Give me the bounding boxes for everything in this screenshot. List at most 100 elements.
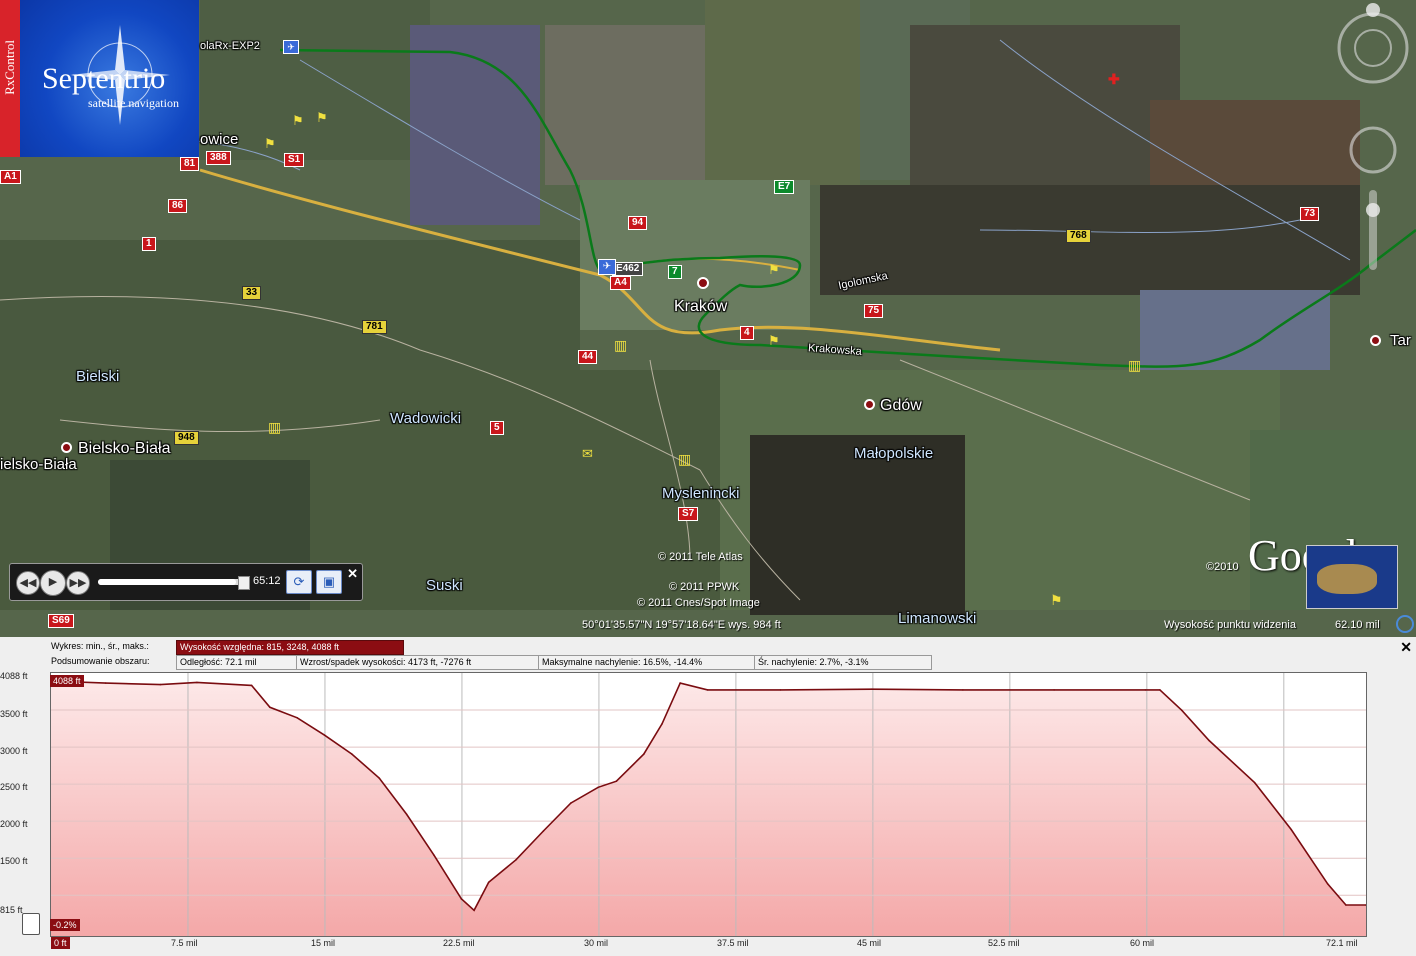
north-button-icon[interactable]	[1366, 3, 1380, 17]
city-bielsko-label-2[interactable]: ielsko-Biała	[0, 456, 77, 473]
save-tour-button[interactable]: ▣	[316, 570, 342, 594]
close-player-icon[interactable]: ✕	[347, 566, 358, 582]
gain-loss-stat[interactable]: Wzrost/spadek wysokości: 4173 ft, -7276 …	[296, 655, 540, 670]
book-icon[interactable]: ▥	[678, 451, 691, 468]
road-44: 44	[578, 350, 598, 364]
x-tick: 45 mil	[857, 938, 882, 948]
road-1: 1	[142, 237, 156, 251]
tour-time: 65:12	[253, 575, 281, 587]
elevation-point	[515, 858, 517, 861]
track-name-label[interactable]: olaRx-EXP2	[200, 40, 260, 52]
book-icon[interactable]: ▥	[1128, 357, 1141, 374]
book-icon[interactable]: ▥	[268, 419, 281, 436]
flag-icon[interactable]: ⚑	[264, 136, 276, 152]
copyright-cnes: © 2011 Cnes/Spot Image	[637, 597, 760, 609]
elevation-point	[104, 682, 107, 684]
map-status-bar: 50°01'35.57"N 19°57'18.64"E wys. 984 ft …	[0, 614, 1416, 636]
elevation-point	[643, 753, 645, 755]
tour-player[interactable]: ◀◀ ▶ ▶▶ 65:12 ⟳ ▣ ✕	[9, 563, 363, 601]
flag-icon[interactable]: ⚑	[768, 333, 780, 349]
town-gdow-label[interactable]: Gdów	[880, 397, 922, 415]
fast-forward-button[interactable]: ▶▶	[66, 571, 90, 595]
globe-view[interactable]: RxControl Septentrio satellite navigatio…	[0, 0, 1416, 637]
flag-icon[interactable]: ⚑	[1050, 592, 1063, 609]
look-joystick-icon[interactable]	[1354, 29, 1392, 67]
elevation-point	[962, 689, 964, 691]
x-tick: 30 mil	[584, 938, 609, 948]
tar-pin-icon[interactable]	[1370, 335, 1381, 346]
elevation-point	[1326, 883, 1329, 885]
elevation-point	[570, 802, 572, 804]
road-s1: S1	[284, 153, 305, 167]
book-icon[interactable]: ▥	[614, 337, 627, 354]
mail-icon[interactable]: ✉	[582, 446, 593, 462]
city-bielsko-label[interactable]: Bielsko-Biała	[78, 440, 170, 458]
slope-tag: -0.2%	[50, 919, 80, 931]
max-slope-stat[interactable]: Maksymalne nachylenie: 16.5%, -14.4%	[538, 655, 756, 670]
elevation-point	[1290, 828, 1292, 831]
tour-progress-handle[interactable]	[238, 576, 250, 590]
hospital-icon[interactable]: ✚	[1108, 71, 1120, 88]
elevation-point	[433, 854, 435, 856]
document-icon[interactable]	[22, 913, 40, 935]
copyright-ppwk: © 2011 PPWK	[669, 581, 740, 593]
county-suski-label[interactable]: Suski	[426, 577, 463, 594]
rewind-button[interactable]: ◀◀	[16, 571, 40, 595]
city-tar-label[interactable]: Tar	[1390, 332, 1411, 349]
elevation-point	[870, 688, 873, 690]
look-ring-icon[interactable]	[1337, 12, 1409, 84]
overview-map[interactable]	[1306, 545, 1398, 609]
elevation-point	[460, 898, 463, 900]
y-tick: 2000 ft	[0, 819, 28, 829]
zoom-slider[interactable]	[1369, 190, 1377, 270]
city-owice-label[interactable]: owice	[200, 131, 238, 148]
elevation-point	[1345, 904, 1347, 906]
elevation-point	[378, 777, 381, 779]
bielsko-pin-icon[interactable]	[61, 442, 72, 453]
region-malopolskie-label[interactable]: Małopolskie	[854, 445, 933, 462]
relative-elevation-stat[interactable]: Wysokość względna: 815, 3248, 4088 ft	[176, 640, 404, 655]
gdow-pin-icon[interactable]	[864, 399, 875, 410]
move-ring-icon[interactable]	[1349, 126, 1397, 174]
road-33: 33	[242, 286, 262, 300]
flag-icon[interactable]: ⚑	[768, 262, 780, 278]
airport-icon[interactable]: ✈	[283, 40, 299, 54]
elevation-point	[296, 717, 298, 719]
road-e462: E462	[612, 262, 644, 276]
county-myslenicki-label[interactable]: Myslenincki	[662, 485, 740, 502]
road-81: 81	[180, 157, 200, 171]
tour-progress-fill	[98, 579, 236, 585]
city-krakow-label[interactable]: Kraków	[674, 298, 727, 316]
elevation-chart[interactable]	[50, 672, 1367, 937]
road-948: 948	[174, 431, 199, 445]
elevation-point	[706, 689, 709, 691]
copyright-tele-atlas: © 2011 Tele Atlas	[658, 551, 743, 563]
logo-brand: Septentrio	[42, 62, 166, 95]
elevation-point	[1181, 709, 1183, 712]
navigation-controls[interactable]	[1333, 0, 1413, 280]
y-tick: 4088 ft	[0, 671, 28, 681]
streaming-indicator-icon	[1396, 615, 1414, 633]
flag-icon[interactable]: ⚑	[292, 113, 304, 129]
flag-icon[interactable]: ⚑	[316, 110, 328, 126]
county-bielski-label[interactable]: Bielski	[76, 368, 119, 385]
x-tick: 22.5 mil	[443, 938, 475, 948]
elevation-profile-panel[interactable]: Wykres: min., śr., maks.: Wysokość wzglę…	[0, 637, 1416, 956]
play-button[interactable]: ▶	[40, 570, 66, 596]
tour-progress-track[interactable]	[98, 579, 243, 585]
airport-icon[interactable]: ✈	[598, 259, 616, 275]
logo-vertical-text: RxControl	[2, 40, 17, 95]
distance-stat[interactable]: Odległość: 72.1 mil	[176, 655, 302, 670]
repeat-button[interactable]: ⟳	[286, 570, 312, 594]
x-tick: 15 mil	[311, 938, 336, 948]
close-profile-icon[interactable]: ✕	[1400, 639, 1412, 656]
county-wadowicki-label[interactable]: Wadowicki	[390, 410, 461, 427]
zoom-plus-icon[interactable]	[1366, 203, 1380, 217]
elevation-chart-svg[interactable]	[50, 673, 1367, 936]
avg-slope-stat[interactable]: Śr. nachylenie: 2.7%, -3.1%	[754, 655, 932, 670]
road-94: 94	[628, 216, 648, 230]
elevation-point	[1208, 739, 1210, 742]
elevation-point	[269, 706, 271, 709]
elevation-point	[779, 689, 782, 691]
krakow-pin-icon[interactable]	[697, 277, 709, 289]
